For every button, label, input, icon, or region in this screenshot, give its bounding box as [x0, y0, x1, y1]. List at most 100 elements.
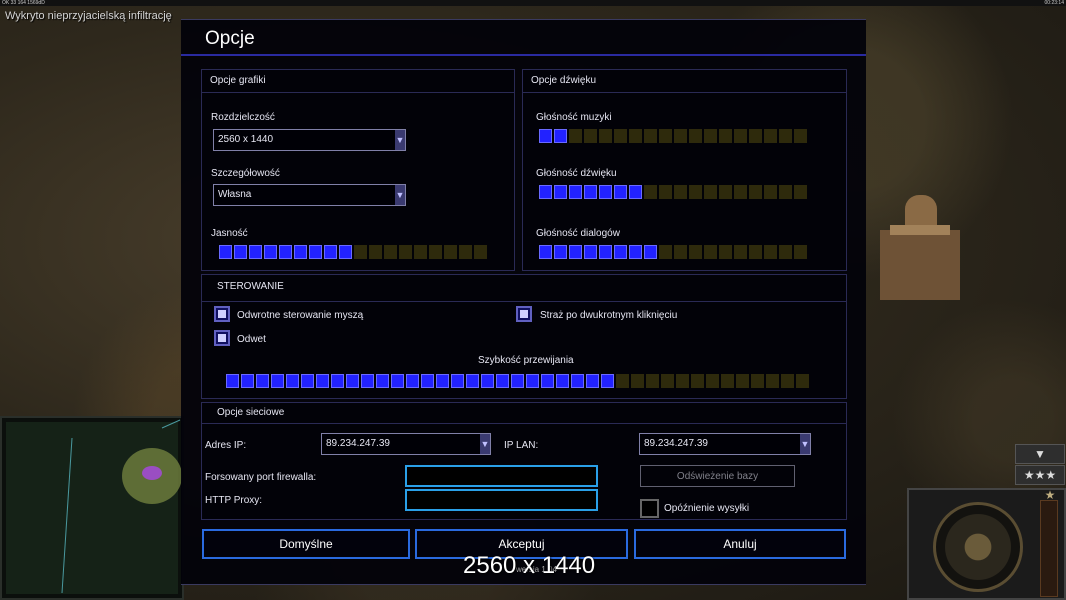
- slider-segment[interactable]: [674, 129, 687, 143]
- slider-segment[interactable]: [764, 129, 777, 143]
- slider-segment[interactable]: [496, 374, 509, 388]
- slider-segment[interactable]: [614, 245, 627, 259]
- slider-segment[interactable]: [779, 185, 792, 199]
- slider-segment[interactable]: [584, 185, 597, 199]
- slider-segment[interactable]: [781, 374, 794, 388]
- slider-segment[interactable]: [569, 129, 582, 143]
- slider-segment[interactable]: [749, 185, 762, 199]
- slider-segment[interactable]: [691, 374, 704, 388]
- slider-segment[interactable]: [751, 374, 764, 388]
- slider-segment[interactable]: [614, 185, 627, 199]
- slider-segment[interactable]: [429, 245, 442, 259]
- slider-segment[interactable]: [659, 245, 672, 259]
- defaults-button[interactable]: Domyślne: [202, 529, 410, 559]
- slider-segment[interactable]: [384, 245, 397, 259]
- slider-segment[interactable]: [599, 185, 612, 199]
- slider-segment[interactable]: [689, 185, 702, 199]
- slider-segment[interactable]: [436, 374, 449, 388]
- slider-segment[interactable]: [659, 129, 672, 143]
- send-delay-checkbox[interactable]: [640, 499, 659, 518]
- slider-segment[interactable]: [719, 245, 732, 259]
- slider-segment[interactable]: [616, 374, 629, 388]
- slider-segment[interactable]: [676, 374, 689, 388]
- slider-segment[interactable]: [369, 245, 382, 259]
- slider-segment[interactable]: [444, 245, 457, 259]
- cancel-button[interactable]: Anuluj: [634, 529, 846, 559]
- slider-segment[interactable]: [554, 245, 567, 259]
- slider-segment[interactable]: [644, 185, 657, 199]
- http-proxy-input[interactable]: [405, 489, 598, 511]
- slider-segment[interactable]: [644, 245, 657, 259]
- slider-segment[interactable]: [241, 374, 254, 388]
- slider-segment[interactable]: [339, 245, 352, 259]
- slider-segment[interactable]: [226, 374, 239, 388]
- slider-segment[interactable]: [646, 374, 659, 388]
- chevron-down-icon[interactable]: ▼: [480, 434, 490, 454]
- slider-segment[interactable]: [794, 129, 807, 143]
- chevron-down-icon[interactable]: ▼: [395, 130, 405, 150]
- slider-segment[interactable]: [719, 129, 732, 143]
- slider-segment[interactable]: [614, 129, 627, 143]
- slider-segment[interactable]: [556, 374, 569, 388]
- chevron-down-icon[interactable]: ▼: [800, 434, 810, 454]
- guard-dblclick-checkbox[interactable]: [516, 306, 532, 322]
- slider-segment[interactable]: [764, 185, 777, 199]
- slider-segment[interactable]: [599, 129, 612, 143]
- slider-segment[interactable]: [539, 185, 552, 199]
- slider-segment[interactable]: [569, 245, 582, 259]
- slider-segment[interactable]: [764, 245, 777, 259]
- slider-segment[interactable]: [451, 374, 464, 388]
- slider-segment[interactable]: [286, 374, 299, 388]
- slider-segment[interactable]: [689, 245, 702, 259]
- slider-segment[interactable]: [459, 245, 472, 259]
- detail-select[interactable]: Własna ▼: [213, 184, 406, 206]
- slider-segment[interactable]: [734, 245, 747, 259]
- sfx-volume-slider[interactable]: [539, 185, 807, 199]
- slider-segment[interactable]: [316, 374, 329, 388]
- slider-segment[interactable]: [629, 129, 642, 143]
- slider-segment[interactable]: [234, 245, 247, 259]
- slider-segment[interactable]: [301, 374, 314, 388]
- refresh-database-button[interactable]: Odświeżenie bazy: [640, 465, 795, 487]
- brightness-slider[interactable]: [219, 245, 487, 259]
- slider-segment[interactable]: [391, 374, 404, 388]
- firewall-port-input[interactable]: [405, 465, 598, 487]
- slider-segment[interactable]: [406, 374, 419, 388]
- slider-segment[interactable]: [736, 374, 749, 388]
- slider-segment[interactable]: [256, 374, 269, 388]
- slider-segment[interactable]: [376, 374, 389, 388]
- slider-segment[interactable]: [421, 374, 434, 388]
- slider-segment[interactable]: [271, 374, 284, 388]
- slider-segment[interactable]: [674, 245, 687, 259]
- invert-mouse-checkbox[interactable]: [214, 306, 230, 322]
- slider-segment[interactable]: [511, 374, 524, 388]
- ip-select[interactable]: 89.234.247.39 ▼: [321, 433, 491, 455]
- slider-segment[interactable]: [554, 129, 567, 143]
- slider-segment[interactable]: [466, 374, 479, 388]
- slider-segment[interactable]: [704, 129, 717, 143]
- slider-segment[interactable]: [249, 245, 262, 259]
- slider-segment[interactable]: [631, 374, 644, 388]
- slider-segment[interactable]: [689, 129, 702, 143]
- collapse-hud-button[interactable]: ▼: [1015, 444, 1065, 464]
- slider-segment[interactable]: [541, 374, 554, 388]
- slider-segment[interactable]: [554, 185, 567, 199]
- slider-segment[interactable]: [734, 129, 747, 143]
- slider-segment[interactable]: [659, 185, 672, 199]
- slider-segment[interactable]: [644, 129, 657, 143]
- slider-segment[interactable]: [219, 245, 232, 259]
- slider-segment[interactable]: [706, 374, 719, 388]
- voice-volume-slider[interactable]: [539, 245, 807, 259]
- slider-segment[interactable]: [794, 245, 807, 259]
- slider-segment[interactable]: [704, 245, 717, 259]
- slider-segment[interactable]: [481, 374, 494, 388]
- slider-segment[interactable]: [794, 185, 807, 199]
- slider-segment[interactable]: [704, 185, 717, 199]
- slider-segment[interactable]: [584, 245, 597, 259]
- slider-segment[interactable]: [539, 245, 552, 259]
- slider-segment[interactable]: [399, 245, 412, 259]
- slider-segment[interactable]: [346, 374, 359, 388]
- slider-segment[interactable]: [629, 245, 642, 259]
- rank-stars-button[interactable]: ★★★: [1015, 465, 1065, 485]
- lan-select[interactable]: 89.234.247.39 ▼: [639, 433, 811, 455]
